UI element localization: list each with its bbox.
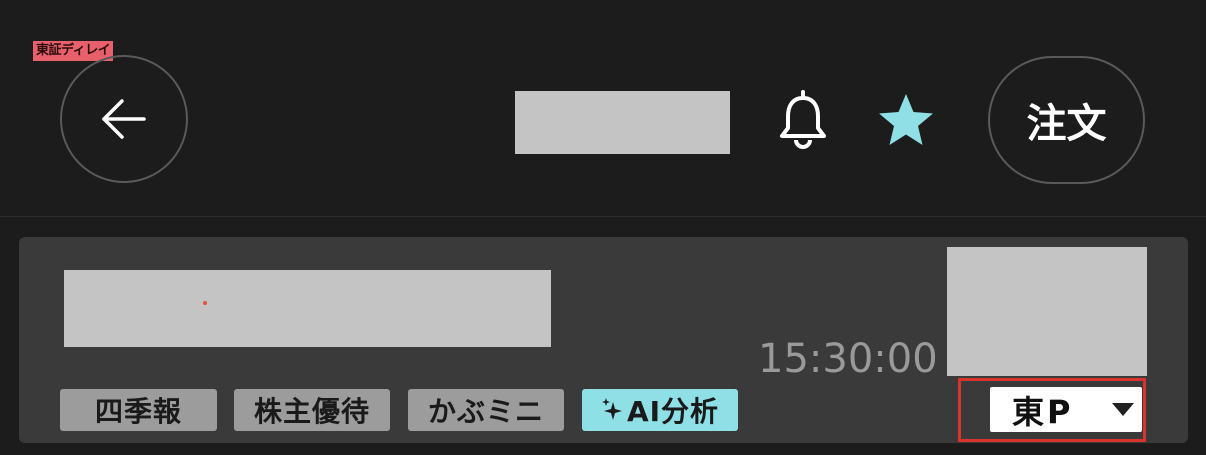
market-select-value: 東P [1012,392,1074,431]
stock-title-redacted [515,91,730,154]
stock-name-redacted [64,270,551,347]
tag-label: AI分析 [626,395,720,428]
header-divider [0,216,1206,217]
tag-label: かぶミニ [427,395,544,428]
market-select[interactable]: 東P [990,387,1142,432]
tag-label: 四季報 [94,395,182,428]
arrow-left-icon [102,99,146,139]
red-dot [203,301,207,305]
order-button[interactable]: 注文 [988,56,1145,184]
last-update-time: 15:30:00 [758,336,938,382]
tag-shikiho-button[interactable]: 四季報 [60,389,217,431]
tag-ai-analysis-button[interactable]: AI分析 [582,389,738,431]
stock-detail-screen: 東証ディレイ 注文 15:30:00 四季報 株主優待 かぶミニ AI分析 東P [0,0,1206,455]
stock-price-redacted [947,247,1147,376]
sparkle-icon [601,398,622,420]
triangle-down-icon [1112,403,1134,416]
star-icon[interactable] [876,92,936,148]
tag-shareholder-benefits-button[interactable]: 株主優待 [234,389,390,431]
tag-kabumini-button[interactable]: かぶミニ [408,389,564,431]
back-button[interactable] [60,55,188,183]
bell-icon[interactable] [776,90,830,152]
tag-label: 株主優待 [253,395,370,428]
